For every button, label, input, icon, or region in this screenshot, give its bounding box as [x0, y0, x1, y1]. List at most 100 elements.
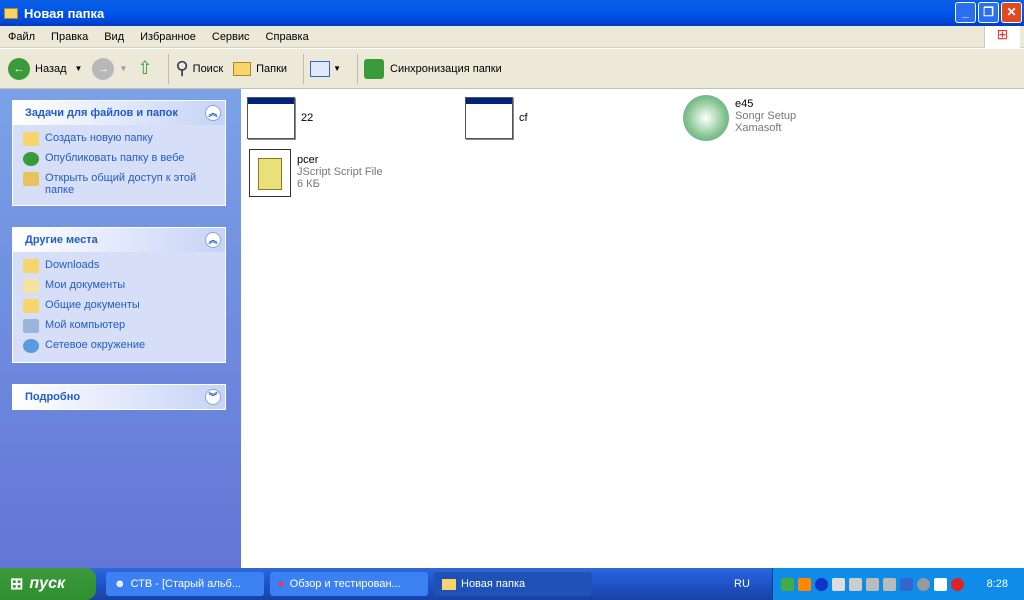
publish-web-link[interactable]: Опубликовать папку в вебе	[13, 149, 225, 169]
file-item[interactable]: 22	[247, 97, 313, 139]
collapse-icon[interactable]: ︽	[205, 232, 221, 248]
tray-app-icon[interactable]	[798, 577, 811, 591]
search-icon: ⚲	[175, 58, 189, 78]
network-disconnected-icon[interactable]	[866, 577, 879, 591]
title-bar: Новая папка _ ❐ ✕	[0, 0, 1024, 26]
tray-app-icon[interactable]	[781, 577, 794, 591]
views-icon	[310, 60, 331, 77]
search-label: Поиск	[192, 62, 224, 75]
divider	[303, 53, 305, 84]
link-label: Общие документы	[45, 299, 140, 311]
bluetooth-icon[interactable]	[815, 577, 828, 591]
details-panel: Подробно ︾	[12, 384, 226, 410]
documents-icon	[23, 279, 39, 293]
application-icon	[247, 97, 295, 139]
up-arrow-icon: ⇧	[137, 58, 153, 78]
file-type: JScript Script File	[297, 166, 383, 178]
file-item[interactable]: cf	[465, 97, 528, 139]
divider	[168, 53, 170, 84]
chrome-icon: ●	[278, 578, 285, 590]
folder-icon	[23, 299, 39, 313]
tray-app-icon[interactable]	[832, 577, 845, 591]
task-label: Обзор и тестирован...	[289, 578, 401, 590]
up-folder-button[interactable]: ⇧	[137, 58, 152, 79]
details-header[interactable]: Подробно ︾	[13, 385, 225, 409]
maximize-button[interactable]: ❐	[978, 2, 999, 23]
collapse-icon[interactable]: ︽	[205, 105, 221, 121]
file-tasks-panel: Задачи для файлов и папок ︽ Создать новую…	[12, 100, 226, 206]
taskbar: ⊞ пуск ☻ СТВ - [Старый альб... ● Обзор и те…	[0, 568, 1024, 600]
language-indicator[interactable]: RU	[734, 578, 750, 590]
sync-button[interactable]: Синхронизация папки	[364, 58, 502, 79]
tray-app-icon[interactable]	[900, 577, 913, 591]
share-folder-link[interactable]: Открыть общий доступ к этой папке	[13, 169, 225, 199]
toolbar: ← Назад ▼ → ▼ ⇧ ⚲ Поиск Папки ▼ Синхронизаци…	[0, 49, 1024, 89]
link-label: Опубликовать папку в вебе	[45, 152, 185, 164]
file-description: Songr Setup	[735, 110, 797, 122]
network-disconnected-icon[interactable]	[849, 577, 862, 591]
place-network[interactable]: Сетевое окружение	[13, 336, 225, 356]
globe-icon	[23, 152, 39, 166]
other-places-header[interactable]: Другие места ︽	[13, 228, 225, 252]
file-company: Xamasoft	[735, 122, 782, 134]
file-list: 22 cf e45 Songr Setup Xamasoft pcer JScript…	[241, 89, 1024, 568]
sync-icon	[364, 58, 384, 79]
script-file-icon	[249, 149, 291, 197]
forward-arrow-icon: →	[92, 57, 115, 80]
panel-title: Другие места	[25, 234, 98, 246]
file-name: 22	[301, 112, 314, 124]
task-pane: Задачи для файлов и папок ︽ Создать новую…	[0, 89, 241, 568]
link-label: Открыть общий доступ к этой папке	[45, 172, 197, 196]
start-button[interactable]: ⊞ пуск	[0, 568, 96, 600]
windows-logo-icon: ⊞	[984, 26, 1020, 48]
windows-flag-icon: ⊞	[10, 576, 24, 593]
close-button[interactable]: ✕	[1001, 2, 1022, 23]
system-tray: 8:28	[772, 568, 1024, 600]
menu-bar: Файл Правка Вид Избранное Сервис Справка	[0, 26, 1024, 48]
security-icon[interactable]	[951, 577, 964, 591]
file-item[interactable]: e45 Songr Setup Xamasoft	[683, 95, 796, 141]
volume-icon[interactable]	[917, 577, 930, 591]
folders-button[interactable]: Папки	[233, 61, 287, 76]
panel-title: Подробно	[25, 391, 81, 403]
folder-icon	[442, 578, 456, 590]
menu-file[interactable]: Файл	[0, 31, 43, 43]
clock[interactable]: 8:28	[987, 578, 1008, 590]
place-downloads[interactable]: Downloads	[13, 256, 225, 276]
task-label: СТВ - [Старый альб...	[130, 578, 241, 590]
new-folder-link[interactable]: Создать новую папку	[13, 129, 225, 149]
back-button[interactable]: ← Назад ▼	[8, 57, 82, 80]
views-button[interactable]: ▼	[310, 60, 341, 77]
taskbar-item[interactable]: ☻ СТВ - [Старый альб...	[106, 572, 264, 596]
minimize-button[interactable]: _	[955, 2, 976, 23]
back-label: Назад	[35, 62, 67, 75]
sync-label: Синхронизация папки	[390, 62, 502, 75]
task-label: Новая папка	[461, 578, 526, 590]
file-item[interactable]: pcer JScript Script File 6 КБ	[249, 149, 383, 197]
menu-favorites[interactable]: Избранное	[132, 31, 204, 43]
menu-edit[interactable]: Правка	[43, 31, 96, 43]
new-folder-icon	[23, 132, 39, 146]
taskbar-item[interactable]: Новая папка	[434, 572, 592, 596]
file-size: 6 КБ	[297, 178, 320, 190]
installer-icon	[683, 95, 729, 141]
file-tasks-header[interactable]: Задачи для файлов и папок ︽	[13, 101, 225, 125]
forward-button[interactable]: → ▼	[92, 57, 127, 80]
start-label: пуск	[29, 575, 66, 592]
expand-icon[interactable]: ︾	[205, 389, 221, 405]
menu-help[interactable]: Справка	[258, 31, 317, 43]
taskbar-item[interactable]: ● Обзор и тестирован...	[270, 572, 428, 596]
folder-icon	[4, 7, 18, 19]
place-my-computer[interactable]: Мой компьютер	[13, 316, 225, 336]
back-arrow-icon: ←	[8, 57, 30, 80]
place-shared-documents[interactable]: Общие документы	[13, 296, 225, 316]
place-my-documents[interactable]: Мои документы	[13, 276, 225, 296]
safely-remove-icon[interactable]	[934, 577, 947, 591]
link-label: Мои документы	[45, 279, 126, 291]
network-disconnected-icon[interactable]	[883, 577, 896, 591]
menu-tools[interactable]: Сервис	[204, 31, 258, 43]
other-places-panel: Другие места ︽ Downloads Мои документы Об…	[12, 227, 226, 363]
search-button[interactable]: ⚲ Поиск	[175, 58, 223, 79]
menu-view[interactable]: Вид	[96, 31, 132, 43]
divider	[357, 53, 358, 84]
